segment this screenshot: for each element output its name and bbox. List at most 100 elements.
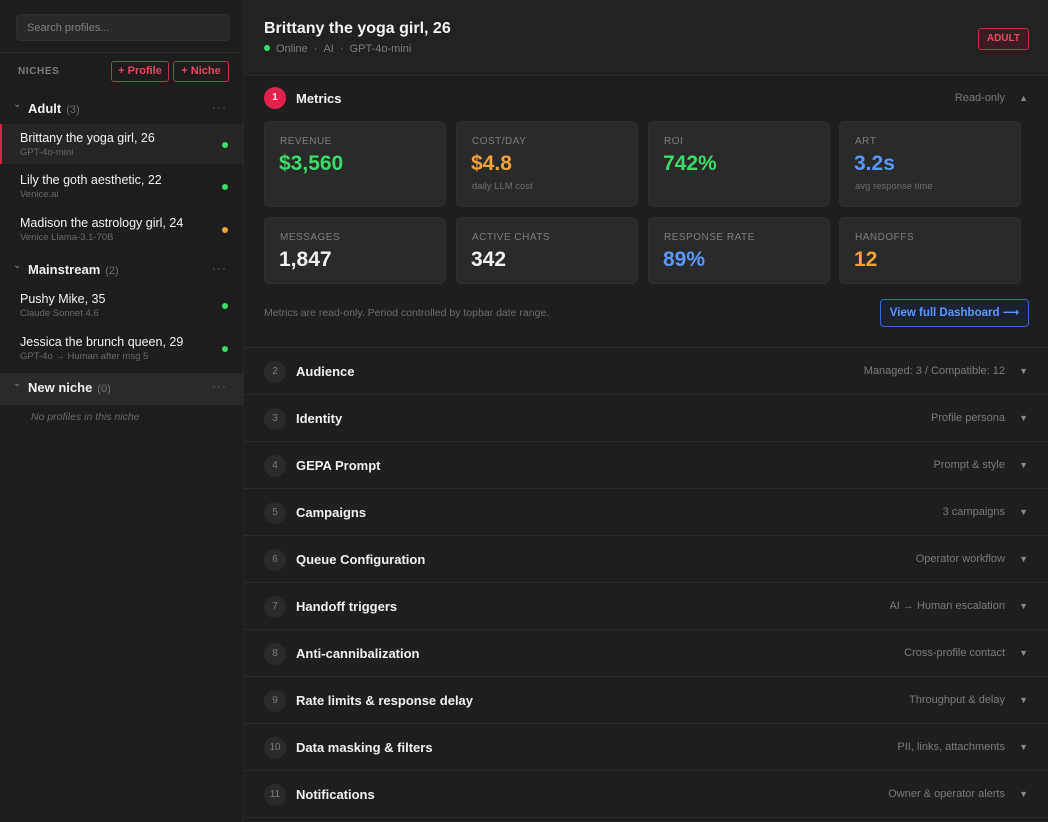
profile-item-brittany[interactable]: Brittany the yoga girl, 26 GPT-4o-mini bbox=[0, 124, 243, 164]
expand-caret-icon[interactable]: ▼ bbox=[1019, 507, 1028, 517]
expand-caret-icon[interactable]: ▼ bbox=[1019, 695, 1028, 705]
profile-header: Brittany the yoga girl, 26 Online · AI · GPT… bbox=[244, 0, 1048, 76]
view-dashboard-button[interactable]: View full Dashboard ⟶ bbox=[880, 299, 1029, 327]
section-number: 6 bbox=[264, 549, 286, 571]
section-title: GEPA Prompt bbox=[296, 458, 381, 473]
metric-value: $3,560 bbox=[279, 152, 344, 175]
metrics-section: 1 Metrics Read-only ▲ REVENUE $3,560 COS… bbox=[244, 77, 1048, 348]
caret-icon[interactable]: ⌄ bbox=[13, 99, 21, 110]
section-meta: Managed: 3 / Compatible: 12 bbox=[863, 365, 1005, 377]
divider bbox=[0, 52, 243, 53]
sidebar: NICHES + Profile + Niche ⌄ Adult(3) ··· … bbox=[0, 0, 244, 822]
section-meta: Profile persona bbox=[931, 412, 1005, 424]
metric-sub: daily LLM cost bbox=[472, 181, 533, 192]
section-title: Queue Configuration bbox=[296, 552, 426, 567]
section-row-gepa-prompt[interactable]: 4 GEPA Prompt Prompt & style ▼ bbox=[244, 442, 1048, 489]
expand-caret-icon[interactable]: ▼ bbox=[1019, 413, 1028, 423]
expand-caret-icon[interactable]: ▼ bbox=[1019, 366, 1028, 376]
section-row-audience[interactable]: 2 Audience Managed: 3 / Compatible: 12 ▼ bbox=[244, 348, 1048, 395]
section-row-queue-configuration[interactable]: 6 Queue Configuration Operator workflow ▼ bbox=[244, 536, 1048, 583]
metric-value: 742% bbox=[663, 152, 717, 175]
add-profile-button[interactable]: + Profile bbox=[111, 61, 169, 82]
metric-value: $4.8 bbox=[471, 152, 512, 175]
section-title: Audience bbox=[296, 364, 355, 379]
profile-model: GPT-4o → Human after msg 5 bbox=[20, 351, 149, 362]
section-number: 2 bbox=[264, 361, 286, 383]
profile-model: Claude Sonnet 4.6 bbox=[20, 308, 99, 319]
profile-model: Venice Llama-3.1-70B bbox=[20, 232, 114, 243]
metric-card-cost: COST/DAY $4.8 daily LLM cost bbox=[456, 121, 638, 207]
section-meta: Read-only bbox=[954, 92, 1005, 104]
expand-caret-icon[interactable]: ▼ bbox=[1019, 742, 1028, 752]
expand-caret-icon[interactable]: ▼ bbox=[1019, 601, 1028, 611]
section-number: 7 bbox=[264, 596, 286, 618]
section-row-notifications[interactable]: 11 Notifications Owner & operator alerts ▼ bbox=[244, 771, 1048, 818]
metric-label: HANDOFFS bbox=[855, 232, 914, 243]
section-meta: Cross-profile contact bbox=[904, 647, 1005, 659]
section-meta: AI → Human escalation bbox=[889, 600, 1005, 612]
section-row-rate-limits-response-delay[interactable]: 9 Rate limits & response delay Throughput … bbox=[244, 677, 1048, 724]
niche-name: Adult bbox=[28, 101, 62, 116]
metric-value: 89% bbox=[663, 248, 706, 271]
section-row-campaigns[interactable]: 5 Campaigns 3 campaigns ▼ bbox=[244, 489, 1048, 536]
expand-caret-icon[interactable]: ▼ bbox=[1019, 554, 1028, 564]
niche-count: (3) bbox=[66, 104, 80, 116]
section-title: Identity bbox=[296, 411, 343, 426]
page-title: Brittany the yoga girl, 26 bbox=[264, 20, 451, 37]
caret-icon[interactable]: ⌄ bbox=[13, 378, 21, 389]
profile-item-mike[interactable]: Pushy Mike, 35 Claude Sonnet 4.6 bbox=[0, 285, 243, 325]
section-number: 3 bbox=[264, 408, 286, 430]
section-number: 5 bbox=[264, 502, 286, 524]
section-row-anti-cannibalization[interactable]: 8 Anti-cannibalization Cross-profile conta… bbox=[244, 630, 1048, 677]
more-dots-icon[interactable]: ··· bbox=[212, 100, 227, 114]
section-title[interactable]: Metrics bbox=[296, 91, 342, 106]
profile-item-madison[interactable]: Madison the astrology girl, 24 Venice Ll… bbox=[0, 209, 243, 249]
section-row-data-masking-filters[interactable]: 10 Data masking & filters PII, links, atta… bbox=[244, 724, 1048, 771]
expand-caret-icon[interactable]: ▼ bbox=[1019, 648, 1028, 658]
section-row-handoff-triggers[interactable]: 7 Handoff triggers AI → Human escalation ▼ bbox=[244, 583, 1048, 630]
main-panel: Brittany the yoga girl, 26 Online · AI · GPT… bbox=[244, 0, 1048, 822]
section-title: Notifications bbox=[296, 787, 375, 802]
metric-label: REVENUE bbox=[280, 136, 332, 147]
add-niche-button[interactable]: + Niche bbox=[173, 61, 229, 82]
metric-card-roi: ROI 742% bbox=[648, 121, 830, 207]
niche-name: Mainstream bbox=[28, 262, 101, 277]
status-dot bbox=[222, 303, 228, 309]
profile-name: Jessica the brunch queen, 29 bbox=[20, 335, 184, 349]
niche-group-mainstream[interactable]: ⌄ Mainstream (2) ··· bbox=[0, 255, 243, 285]
section-meta: Throughput & delay bbox=[908, 694, 1005, 706]
metric-card-art: ART 3.2s avg response time bbox=[839, 121, 1021, 207]
profile-item-lily[interactable]: Lily the goth aesthetic, 22 Venice.ai bbox=[0, 166, 243, 206]
profile-type: AI bbox=[323, 43, 334, 55]
section-row-identity[interactable]: 3 Identity Profile persona ▼ bbox=[244, 395, 1048, 442]
metric-card-handoffs: HANDOFFS 12 bbox=[839, 217, 1021, 284]
more-dots-icon[interactable]: ··· bbox=[212, 379, 227, 393]
expand-caret-icon[interactable]: ▼ bbox=[1019, 789, 1028, 799]
online-status-dot bbox=[264, 45, 270, 51]
metric-card-messages: MESSAGES 1,847 bbox=[264, 217, 446, 284]
expand-caret-icon[interactable]: ▼ bbox=[1019, 460, 1028, 470]
profile-item-jessica[interactable]: Jessica the brunch queen, 29 GPT-4o → Hu… bbox=[0, 328, 243, 368]
search-input[interactable] bbox=[16, 14, 230, 41]
collapse-caret-icon[interactable]: ▲ bbox=[1019, 93, 1028, 103]
section-title: Handoff triggers bbox=[296, 599, 398, 614]
niche-count: (2) bbox=[105, 265, 119, 277]
section-title: Data masking & filters bbox=[296, 740, 433, 755]
status-dot bbox=[222, 142, 228, 148]
metric-label: RESPONSE RATE bbox=[664, 232, 755, 243]
metric-value: 1,847 bbox=[279, 248, 332, 271]
section-title: Anti-cannibalization bbox=[296, 646, 420, 661]
niche-group-adult[interactable]: ⌄ Adult (3) ··· bbox=[0, 94, 243, 124]
section-meta: PII, links, attachments bbox=[897, 741, 1005, 753]
profile-model: GPT-4o-mini bbox=[20, 147, 74, 158]
profile-name: Madison the astrology girl, 24 bbox=[20, 216, 184, 230]
section-number: 9 bbox=[264, 690, 286, 712]
metric-value: 3.2s bbox=[854, 152, 895, 175]
caret-icon[interactable]: ⌄ bbox=[13, 260, 21, 271]
section-meta: Prompt & style bbox=[933, 459, 1005, 471]
niche-name: New niche bbox=[28, 380, 93, 395]
metrics-note: Metrics are read-only. Period controlled… bbox=[264, 307, 550, 319]
section-meta: Operator workflow bbox=[915, 553, 1005, 565]
more-dots-icon[interactable]: ··· bbox=[212, 261, 227, 275]
niche-group-new[interactable]: ⌄ New niche (0) ··· bbox=[0, 373, 243, 405]
